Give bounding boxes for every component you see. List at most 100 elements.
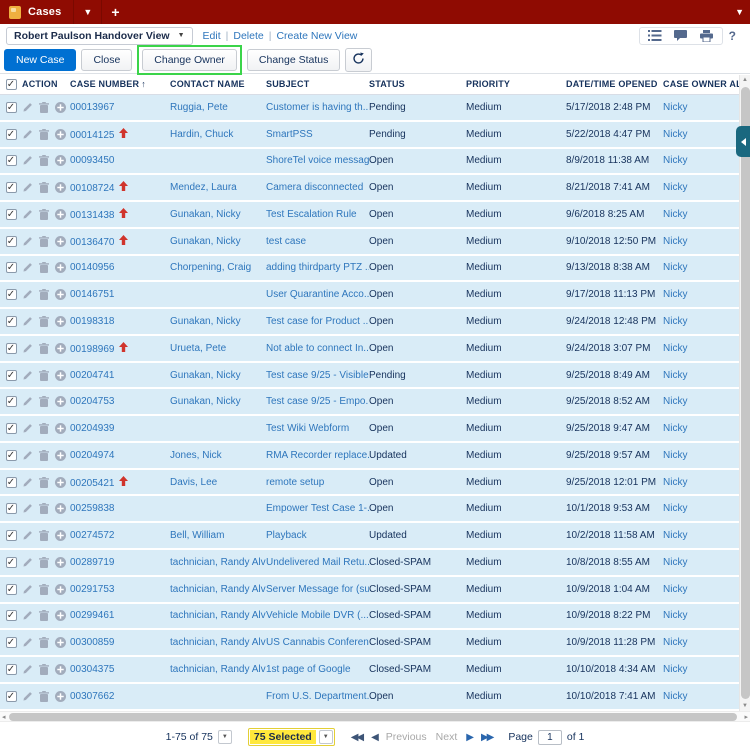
case-number-link[interactable]: 00131438 [70, 210, 115, 221]
horizontal-scrollbar-thumb[interactable] [9, 713, 737, 721]
case-number-link[interactable]: 00307662 [70, 691, 115, 702]
subject-link[interactable]: Test Escalation Rule [266, 209, 357, 220]
contact-name-link[interactable]: Davis, Lee [170, 477, 217, 488]
edit-icon[interactable] [22, 129, 33, 140]
owner-alias-link[interactable]: Nicky [663, 450, 687, 461]
subject-link[interactable]: Test case 9/25 - Visible [266, 370, 369, 381]
tabbar-overflow-caret-icon[interactable]: ▼ [729, 7, 750, 17]
case-number-link[interactable]: 00289719 [70, 557, 115, 568]
delete-icon[interactable] [39, 477, 49, 488]
add-tab-icon[interactable]: + [102, 0, 128, 24]
edit-icon[interactable] [22, 236, 33, 247]
range-caret-icon[interactable]: ▼ [218, 730, 232, 744]
delete-icon[interactable] [39, 182, 49, 193]
owner-alias-link[interactable]: Nicky [663, 691, 687, 702]
contact-name-link[interactable]: tachnician, Randy Alvaz [170, 584, 266, 595]
create-new-view-link[interactable]: Create New View [276, 30, 357, 42]
delete-icon[interactable] [39, 584, 49, 595]
column-header-subject[interactable]: SUBJECT [266, 79, 369, 89]
follow-icon[interactable] [55, 209, 66, 220]
contact-name-link[interactable]: Bell, William [170, 530, 224, 541]
delete-icon[interactable] [39, 664, 49, 675]
owner-alias-link[interactable]: Nicky [663, 236, 687, 247]
tab-dropdown-caret-icon[interactable]: ▼ [74, 0, 101, 24]
row-checkbox[interactable]: ✓ [6, 557, 17, 568]
follow-icon[interactable] [55, 610, 66, 621]
edit-icon[interactable] [22, 503, 33, 514]
help-icon[interactable]: ? [729, 29, 736, 43]
selected-label[interactable]: 75 Selected [250, 730, 316, 744]
owner-alias-link[interactable]: Nicky [663, 637, 687, 648]
previous-link[interactable]: Previous [386, 731, 427, 743]
follow-icon[interactable] [55, 236, 66, 247]
delete-view-link[interactable]: Delete [233, 30, 263, 42]
case-number-link[interactable]: 00013967 [70, 102, 115, 113]
owner-alias-link[interactable]: Nicky [663, 530, 687, 541]
case-number-link[interactable]: 00198969 [70, 344, 115, 355]
contact-name-link[interactable]: Ruggia, Pete [170, 102, 228, 113]
edit-icon[interactable] [22, 209, 33, 220]
follow-icon[interactable] [55, 530, 66, 541]
row-checkbox[interactable]: ✓ [6, 396, 17, 407]
delete-icon[interactable] [39, 129, 49, 140]
scroll-up-icon[interactable]: ▲ [740, 77, 750, 83]
owner-alias-link[interactable]: Nicky [663, 343, 687, 354]
edit-icon[interactable] [22, 637, 33, 648]
subject-link[interactable]: adding thirdparty PTZ ... [266, 262, 369, 273]
follow-icon[interactable] [55, 503, 66, 514]
column-header-action[interactable]: ACTION [22, 79, 70, 89]
contact-name-link[interactable]: Jones, Nick [170, 450, 222, 461]
case-number-link[interactable]: 00274572 [70, 530, 115, 541]
selected-caret-icon[interactable]: ▼ [319, 730, 333, 744]
edit-icon[interactable] [22, 584, 33, 595]
owner-alias-link[interactable]: Nicky [663, 102, 687, 113]
edit-icon[interactable] [22, 423, 33, 434]
owner-alias-link[interactable]: Nicky [663, 155, 687, 166]
edit-icon[interactable] [22, 370, 33, 381]
subject-link[interactable]: 1st page of Google [266, 664, 351, 675]
vertical-scrollbar[interactable]: ▲ ▼ [739, 75, 750, 711]
subject-link[interactable]: Test case 9/25 - Empo... [266, 396, 369, 407]
owner-alias-link[interactable]: Nicky [663, 316, 687, 327]
row-checkbox[interactable]: ✓ [6, 262, 17, 273]
delete-icon[interactable] [39, 450, 49, 461]
tab-cases[interactable]: Cases [0, 0, 73, 24]
case-number-link[interactable]: 00300859 [70, 637, 115, 648]
delete-icon[interactable] [39, 423, 49, 434]
owner-alias-link[interactable]: Nicky [663, 209, 687, 220]
case-number-link[interactable]: 00304375 [70, 664, 115, 675]
edit-icon[interactable] [22, 182, 33, 193]
row-checkbox[interactable]: ✓ [6, 450, 17, 461]
close-button[interactable]: Close [81, 49, 132, 71]
delete-icon[interactable] [39, 530, 49, 541]
edit-icon[interactable] [22, 664, 33, 675]
owner-alias-link[interactable]: Nicky [663, 182, 687, 193]
feed-icon[interactable] [674, 30, 688, 42]
delete-icon[interactable] [39, 102, 49, 113]
range-dropdown[interactable]: 1-75 of 75 ▼ [166, 730, 232, 744]
select-all-checkbox[interactable]: ✓ [6, 79, 17, 90]
owner-alias-link[interactable]: Nicky [663, 396, 687, 407]
subject-link[interactable]: RMA Recorder replace... [266, 450, 369, 461]
delete-icon[interactable] [39, 155, 49, 166]
view-selector[interactable]: Robert Paulson Handover View ▼ [6, 27, 193, 45]
follow-icon[interactable] [55, 289, 66, 300]
owner-alias-link[interactable]: Nicky [663, 423, 687, 434]
contact-name-link[interactable]: Gunakan, Nicky [170, 396, 241, 407]
delete-icon[interactable] [39, 289, 49, 300]
change-status-button[interactable]: Change Status [247, 49, 340, 71]
case-number-link[interactable]: 00014125 [70, 130, 115, 141]
row-checkbox[interactable]: ✓ [6, 155, 17, 166]
contact-name-link[interactable]: tachnician, Randy Alvaz [170, 610, 266, 621]
case-number-link[interactable]: 00204974 [70, 450, 115, 461]
owner-alias-link[interactable]: Nicky [663, 610, 687, 621]
row-checkbox[interactable]: ✓ [6, 236, 17, 247]
row-checkbox[interactable]: ✓ [6, 610, 17, 621]
edit-icon[interactable] [22, 477, 33, 488]
delete-icon[interactable] [39, 370, 49, 381]
case-number-link[interactable]: 00299461 [70, 610, 115, 621]
subject-link[interactable]: Server Message for (su... [266, 584, 369, 595]
contact-name-link[interactable]: Gunakan, Nicky [170, 316, 241, 327]
owner-alias-link[interactable]: Nicky [663, 262, 687, 273]
edit-view-link[interactable]: Edit [203, 30, 221, 42]
